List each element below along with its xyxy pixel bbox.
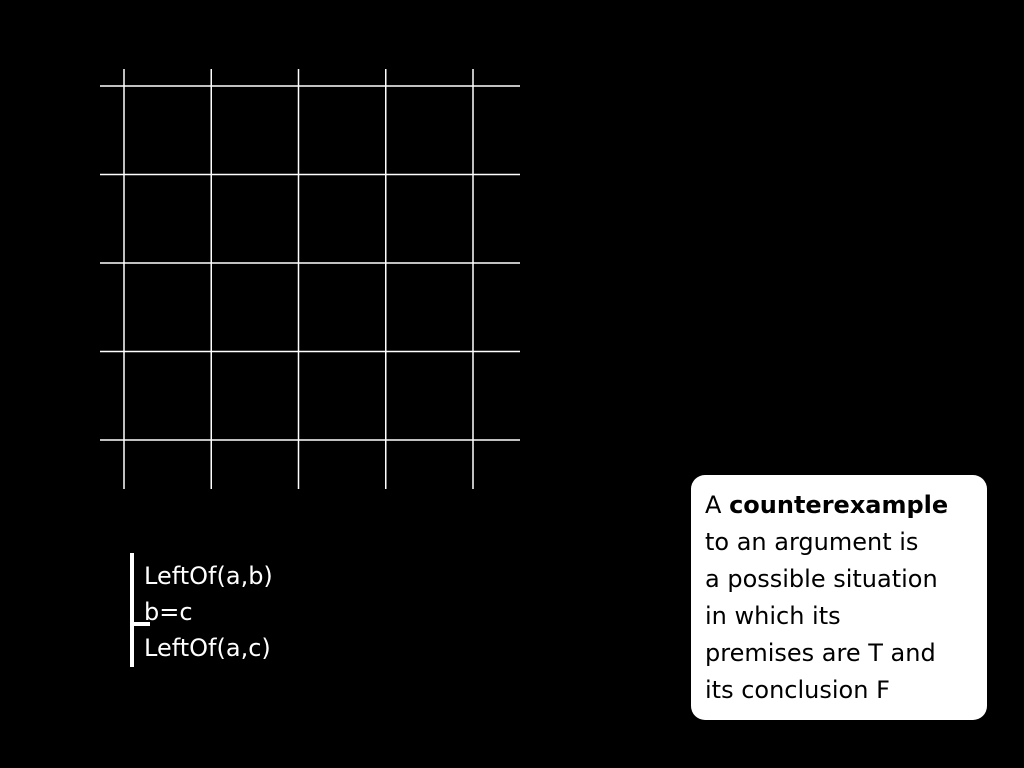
- definition-article: A: [705, 491, 722, 519]
- definition-line-3: a possible situation: [705, 565, 938, 593]
- definition-line-6: its conclusion F: [705, 676, 890, 704]
- counterexample-definition-box: A counterexample to an argument is a pos…: [691, 475, 987, 720]
- fitch-bar: [130, 553, 134, 667]
- definition-term: counterexample: [729, 491, 949, 519]
- definition-line-1: A counterexample: [705, 487, 977, 524]
- premise-1: LeftOf(a,b): [144, 562, 273, 590]
- definition-line-4: in which its: [705, 602, 841, 630]
- definition-line-5: premises are T and: [705, 639, 936, 667]
- definition-line-2: to an argument is: [705, 528, 919, 556]
- conclusion: LeftOf(a,c): [144, 634, 271, 662]
- premise-2: b=c: [144, 598, 193, 626]
- fitch-argument: LeftOf(a,b) b=c LeftOf(a,c): [128, 553, 328, 667]
